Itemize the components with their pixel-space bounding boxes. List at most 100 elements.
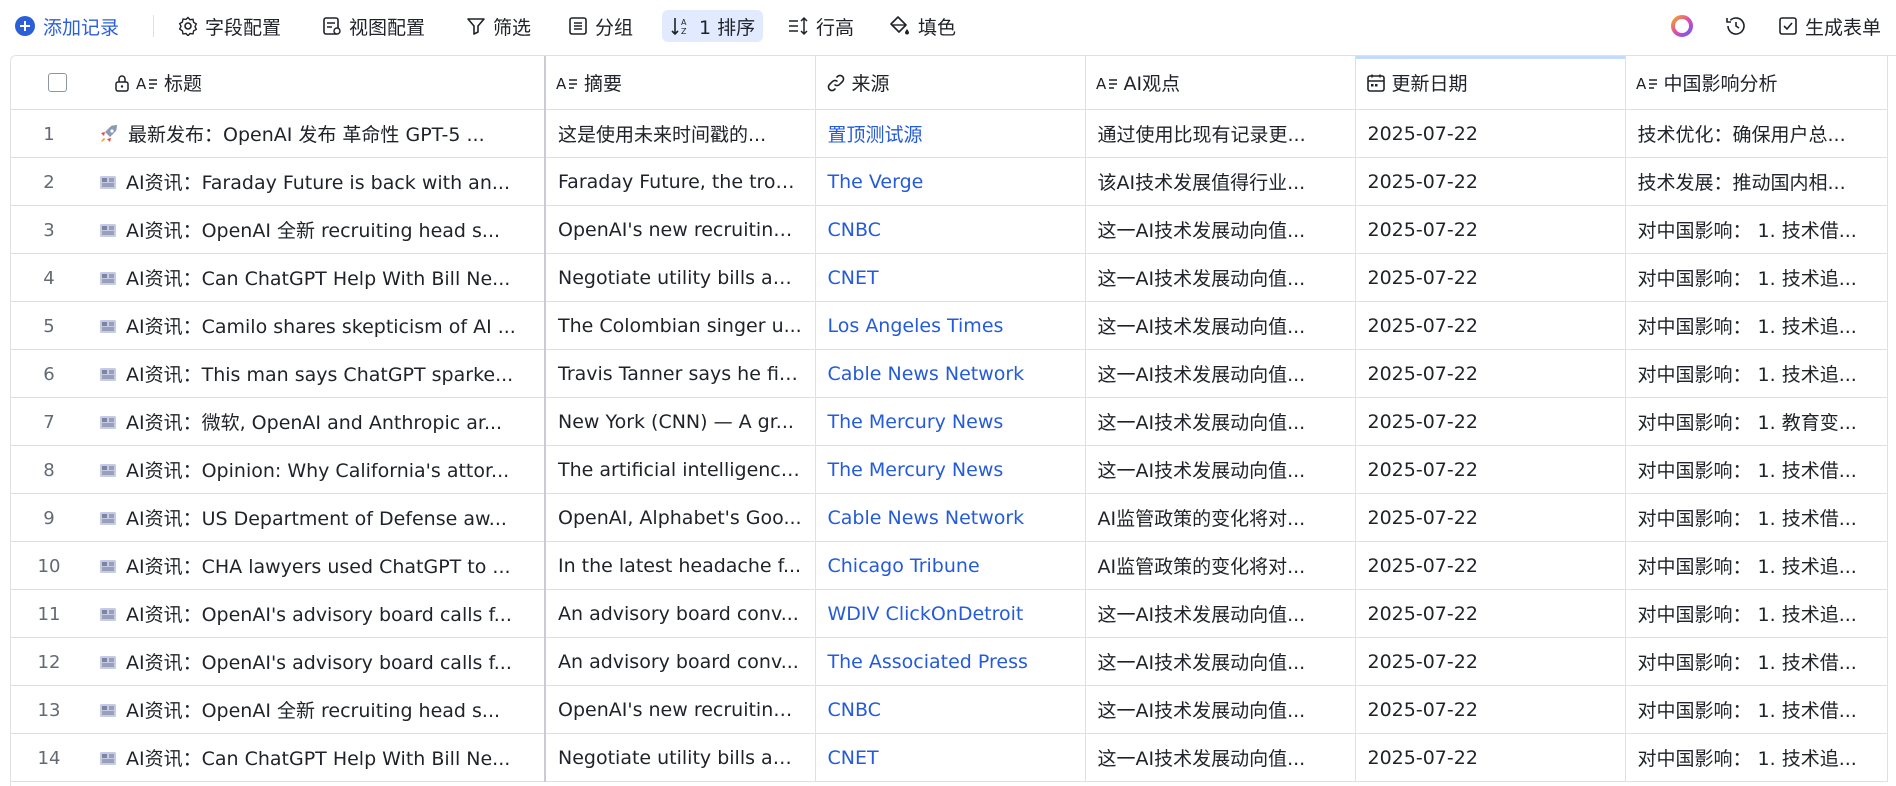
title-cell[interactable]: AI资讯：CHA lawyers used ChatGPT to ... — [96, 541, 546, 590]
source-link[interactable]: CNET — [816, 267, 1085, 289]
summary-cell[interactable]: OpenAI's new recruiting... — [545, 685, 816, 734]
column-header-source[interactable]: 来源 — [815, 56, 1086, 110]
ai-view-cell[interactable]: 这一AI技术发展动向值... — [1085, 589, 1356, 638]
summary-cell[interactable]: Travis Tanner says he fir... — [545, 349, 816, 398]
table-row[interactable]: 13 AI资讯：OpenAI 全新 recruiting head s... Ope… — [11, 685, 1888, 734]
china-impact-cell[interactable]: 对中国影响： 1. 技术借... — [1625, 493, 1888, 542]
column-header-china-impact[interactable]: A 中国影响分析 — [1625, 56, 1888, 110]
ai-view-cell[interactable]: 这一AI技术发展动向值... — [1085, 253, 1356, 302]
ai-assistant-button[interactable] — [1669, 10, 1702, 42]
date-cell[interactable]: 2025-07-22 — [1355, 589, 1626, 638]
filter-button[interactable]: 筛选 — [466, 10, 531, 42]
row-number-cell[interactable]: 11 — [11, 589, 96, 638]
row-number-cell[interactable]: 14 — [11, 733, 96, 782]
title-cell[interactable]: AI资讯：Can ChatGPT Help With Bill Ne... — [96, 733, 546, 782]
title-cell[interactable]: AI资讯：Opinion: Why California's attor... — [96, 445, 546, 494]
ai-view-cell[interactable]: 这一AI技术发展动向值... — [1085, 349, 1356, 398]
table-row[interactable]: 11 AI资讯：OpenAI's advisory board calls f..… — [11, 589, 1888, 638]
source-cell[interactable]: Chicago Tribune — [815, 541, 1086, 590]
china-impact-cell[interactable]: 对中国影响： 1. 技术追... — [1625, 733, 1888, 782]
source-cell[interactable]: WDIV ClickOnDetroit — [815, 589, 1086, 638]
date-cell[interactable]: 2025-07-22 — [1355, 157, 1626, 206]
source-link[interactable]: CNET — [816, 747, 1085, 769]
column-header-title[interactable]: A 标题 — [96, 56, 546, 110]
summary-cell[interactable]: An advisory board conv... — [545, 589, 816, 638]
china-impact-cell[interactable]: 对中国影响： 1. 技术借... — [1625, 685, 1888, 734]
source-cell[interactable]: Cable News Network — [815, 349, 1086, 398]
table-row[interactable]: 12 AI资讯：OpenAI's advisory board calls f..… — [11, 637, 1888, 686]
row-number-cell[interactable]: 5 — [11, 301, 96, 350]
china-impact-cell[interactable]: 技术优化：确保用户总... — [1625, 109, 1888, 158]
title-cell[interactable]: AI资讯：OpenAI's advisory board calls f... — [96, 637, 546, 686]
table-row[interactable]: 6 AI资讯：This man says ChatGPT sparke... Tra… — [11, 349, 1888, 398]
table-row[interactable]: 2 AI资讯：Faraday Future is back with an... F… — [11, 157, 1888, 206]
title-cell[interactable]: 最新发布：OpenAI 发布 革命性 GPT-5 ... — [96, 109, 546, 158]
source-link[interactable]: Cable News Network — [816, 363, 1085, 385]
source-cell[interactable]: The Verge — [815, 157, 1086, 206]
source-link[interactable]: The Mercury News — [816, 459, 1085, 481]
fill-color-button[interactable]: 填色 — [889, 10, 956, 42]
row-number-cell[interactable]: 7 — [11, 397, 96, 446]
summary-cell[interactable]: New York (CNN) — A gr... — [545, 397, 816, 446]
field-config-button[interactable]: 字段配置 — [178, 10, 281, 42]
table-row[interactable]: 7 AI资讯：微软, OpenAI and Anthropic ar... New … — [11, 397, 1888, 446]
table-row[interactable]: 8 AI资讯：Opinion: Why California's attor...… — [11, 445, 1888, 494]
china-impact-cell[interactable]: 技术发展：推动国内相... — [1625, 157, 1888, 206]
source-cell[interactable]: 置顶测试源 — [815, 109, 1086, 158]
date-cell[interactable]: 2025-07-22 — [1355, 445, 1626, 494]
column-header-update-date[interactable]: 更新日期 — [1355, 56, 1626, 110]
row-height-button[interactable]: 行高 — [787, 10, 854, 42]
ai-view-cell[interactable]: 这一AI技术发展动向值... — [1085, 733, 1356, 782]
source-link[interactable]: Los Angeles Times — [816, 315, 1085, 337]
row-number-cell[interactable]: 1 — [11, 109, 96, 158]
row-number-cell[interactable]: 2 — [11, 157, 96, 206]
summary-cell[interactable]: OpenAI, Alphabet's Goo... — [545, 493, 816, 542]
title-cell[interactable]: AI资讯：This man says ChatGPT sparke... — [96, 349, 546, 398]
china-impact-cell[interactable]: 对中国影响： 1. 教育变... — [1625, 397, 1888, 446]
date-cell[interactable]: 2025-07-22 — [1355, 541, 1626, 590]
ai-view-cell[interactable]: 这一AI技术发展动向值... — [1085, 397, 1356, 446]
source-link[interactable]: 置顶测试源 — [816, 120, 1085, 147]
group-button[interactable]: 分组 — [568, 10, 633, 42]
source-cell[interactable]: CNET — [815, 253, 1086, 302]
view-config-button[interactable]: 视图配置 — [322, 10, 425, 42]
sort-button[interactable]: AZ 1 排序 — [662, 10, 764, 42]
source-link[interactable]: The Verge — [816, 171, 1085, 193]
china-impact-cell[interactable]: 对中国影响： 1. 技术追... — [1625, 301, 1888, 350]
select-all-checkbox[interactable] — [48, 73, 67, 92]
date-cell[interactable]: 2025-07-22 — [1355, 253, 1626, 302]
title-cell[interactable]: AI资讯：Faraday Future is back with an... — [96, 157, 546, 206]
table-row[interactable]: 9 AI资讯：US Department of Defense aw... Open… — [11, 493, 1888, 542]
source-cell[interactable]: Los Angeles Times — [815, 301, 1086, 350]
ai-view-cell[interactable]: 这一AI技术发展动向值... — [1085, 685, 1356, 734]
source-cell[interactable]: The Associated Press — [815, 637, 1086, 686]
table-row[interactable]: 4 AI资讯：Can ChatGPT Help With Bill Ne... Ne… — [11, 253, 1888, 302]
china-impact-cell[interactable]: 对中国影响： 1. 技术借... — [1625, 205, 1888, 254]
title-cell[interactable]: AI资讯：US Department of Defense aw... — [96, 493, 546, 542]
summary-cell[interactable]: Negotiate utility bills an... — [545, 733, 816, 782]
date-cell[interactable]: 2025-07-22 — [1355, 349, 1626, 398]
title-cell[interactable]: AI资讯：Camilo shares skepticism of AI ... — [96, 301, 546, 350]
table-row[interactable]: 1 最新发布：OpenAI 发布 革命性 GPT-5 ... 这是使用未来时间戳的.… — [11, 109, 1888, 158]
source-link[interactable]: The Associated Press — [816, 651, 1085, 673]
column-header-summary[interactable]: A 摘要 — [545, 56, 816, 110]
row-number-cell[interactable]: 3 — [11, 205, 96, 254]
source-link[interactable]: CNBC — [816, 699, 1085, 721]
ai-view-cell[interactable]: 该AI技术发展值得行业... — [1085, 157, 1356, 206]
column-header-ai-view[interactable]: A AI观点 — [1085, 56, 1356, 110]
source-cell[interactable]: The Mercury News — [815, 397, 1086, 446]
ai-view-cell[interactable]: 这一AI技术发展动向值... — [1085, 637, 1356, 686]
title-cell[interactable]: AI资讯：OpenAI 全新 recruiting head s... — [96, 685, 546, 734]
title-cell[interactable]: AI资讯：Can ChatGPT Help With Bill Ne... — [96, 253, 546, 302]
date-cell[interactable]: 2025-07-22 — [1355, 205, 1626, 254]
table-row[interactable]: 14 AI资讯：Can ChatGPT Help With Bill Ne... N… — [11, 733, 1888, 782]
source-link[interactable]: Cable News Network — [816, 507, 1085, 529]
china-impact-cell[interactable]: 对中国影响： 1. 技术追... — [1625, 589, 1888, 638]
ai-view-cell[interactable]: 这一AI技术发展动向值... — [1085, 445, 1356, 494]
ai-view-cell[interactable]: 这一AI技术发展动向值... — [1085, 301, 1356, 350]
china-impact-cell[interactable]: 对中国影响： 1. 技术追... — [1625, 541, 1888, 590]
table-row[interactable]: 3 AI资讯：OpenAI 全新 recruiting head s... Open… — [11, 205, 1888, 254]
row-number-cell[interactable]: 6 — [11, 349, 96, 398]
summary-cell[interactable]: OpenAI's new recruiting... — [545, 205, 816, 254]
table-row[interactable]: 10 AI资讯：CHA lawyers used ChatGPT to ... In… — [11, 541, 1888, 590]
